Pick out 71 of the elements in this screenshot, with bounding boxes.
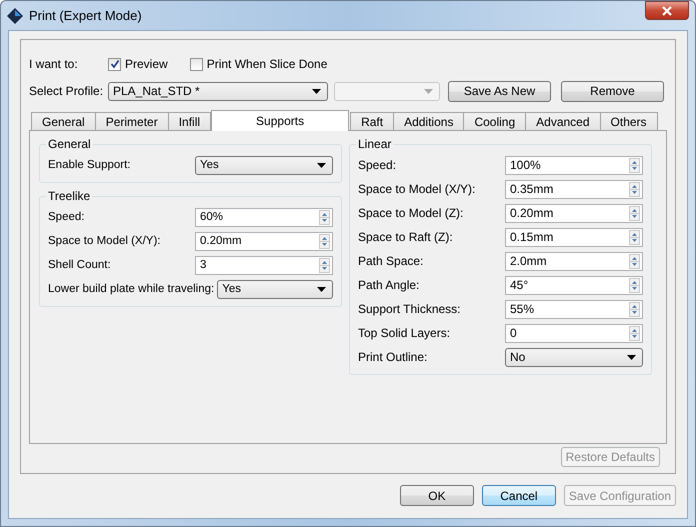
spin-arrows-icon[interactable] — [629, 206, 640, 220]
tab[interactable]: Supports — [211, 110, 350, 131]
spin-arrows-icon[interactable] — [629, 230, 640, 244]
close-button[interactable] — [645, 1, 689, 20]
spin-field[interactable]: 0.20mm — [195, 232, 333, 250]
profile-dropdown[interactable]: PLA_Nat_STD * — [108, 82, 328, 100]
group-title: Linear — [357, 137, 392, 151]
spin-field[interactable]: 55% — [505, 300, 643, 318]
caret-icon — [317, 162, 326, 168]
spin-field[interactable]: 3 — [195, 256, 333, 274]
dropdown[interactable]: No — [505, 348, 643, 366]
spin-arrows-icon[interactable] — [629, 278, 640, 292]
close-icon — [661, 6, 673, 16]
spin-arrows-icon[interactable] — [319, 258, 330, 272]
spin-field[interactable]: 60% — [195, 208, 333, 226]
field-label: Space to Model (X/Y): — [48, 235, 162, 247]
field-label: Speed: — [48, 211, 86, 223]
checkbox-label: Preview — [125, 57, 168, 71]
dialog-button[interactable]: Cancel — [482, 485, 556, 506]
tab[interactable]: Others — [600, 112, 658, 130]
spin-arrows-icon[interactable] — [629, 302, 640, 316]
tab[interactable]: Advanced — [525, 112, 601, 130]
spin-field[interactable]: 100% — [505, 156, 643, 174]
caret-icon — [424, 88, 433, 94]
field-label: Print Outline: — [358, 350, 428, 364]
group-title: Treelike — [47, 189, 92, 203]
window-title: Print (Expert Mode) — [29, 8, 142, 23]
spin-field[interactable]: 2.0mm — [505, 252, 643, 270]
dialog-button[interactable]: OK — [400, 485, 474, 506]
profile-button[interactable]: Save As New — [448, 80, 551, 102]
spin-field[interactable]: 0.15mm — [505, 228, 643, 246]
profile-label: Select Profile: — [29, 84, 104, 98]
field-label: Space to Model (Z): — [358, 206, 464, 220]
intent-label: I want to: — [29, 57, 79, 71]
caret-icon — [312, 88, 321, 94]
field-label: Top Solid Layers: — [358, 326, 452, 340]
field-label: Space to Model (X/Y): — [358, 182, 476, 196]
field-label: Path Angle: — [358, 278, 420, 292]
tab[interactable]: Perimeter — [94, 112, 169, 130]
checkbox[interactable] — [190, 58, 203, 70]
profile-button[interactable]: Remove — [561, 80, 664, 102]
field-label: Path Space: — [358, 254, 424, 268]
field-label: Enable Support: — [48, 159, 132, 171]
caret-icon — [317, 286, 326, 292]
tab[interactable]: Additions — [393, 112, 464, 130]
spin-field[interactable]: 0.20mm — [505, 204, 643, 222]
field-label: Speed: — [358, 158, 398, 172]
dropdown[interactable]: Yes — [217, 280, 333, 298]
tab[interactable]: Cooling — [463, 112, 526, 130]
spin-arrows-icon[interactable] — [629, 182, 640, 196]
tab[interactable]: General — [31, 112, 96, 130]
group-title: General — [47, 137, 92, 151]
spin-field[interactable]: 0 — [505, 324, 643, 342]
field-label: Space to Raft (Z): — [358, 230, 454, 244]
tab[interactable]: Raft — [350, 112, 394, 130]
checkbox[interactable] — [108, 58, 121, 70]
tab[interactable]: Infill — [168, 112, 212, 130]
field-label: Support Thickness: — [358, 302, 462, 316]
spin-arrows-icon[interactable] — [629, 254, 640, 268]
dropdown[interactable]: Yes — [195, 156, 333, 174]
spin-field[interactable]: 0.35mm — [505, 180, 643, 198]
diamond-logo-icon — [7, 8, 23, 24]
spin-arrows-icon[interactable] — [629, 158, 640, 172]
caret-icon — [627, 354, 636, 360]
field-label: Shell Count: — [48, 259, 112, 271]
spin-arrows-icon[interactable] — [319, 234, 330, 248]
spin-arrows-icon[interactable] — [629, 326, 640, 340]
spin-arrows-icon[interactable] — [319, 210, 330, 224]
checkbox-label: Print When Slice Done — [206, 57, 328, 71]
spin-field[interactable]: 45° — [505, 276, 643, 294]
field-label: Lower build plate while traveling: — [48, 283, 214, 295]
